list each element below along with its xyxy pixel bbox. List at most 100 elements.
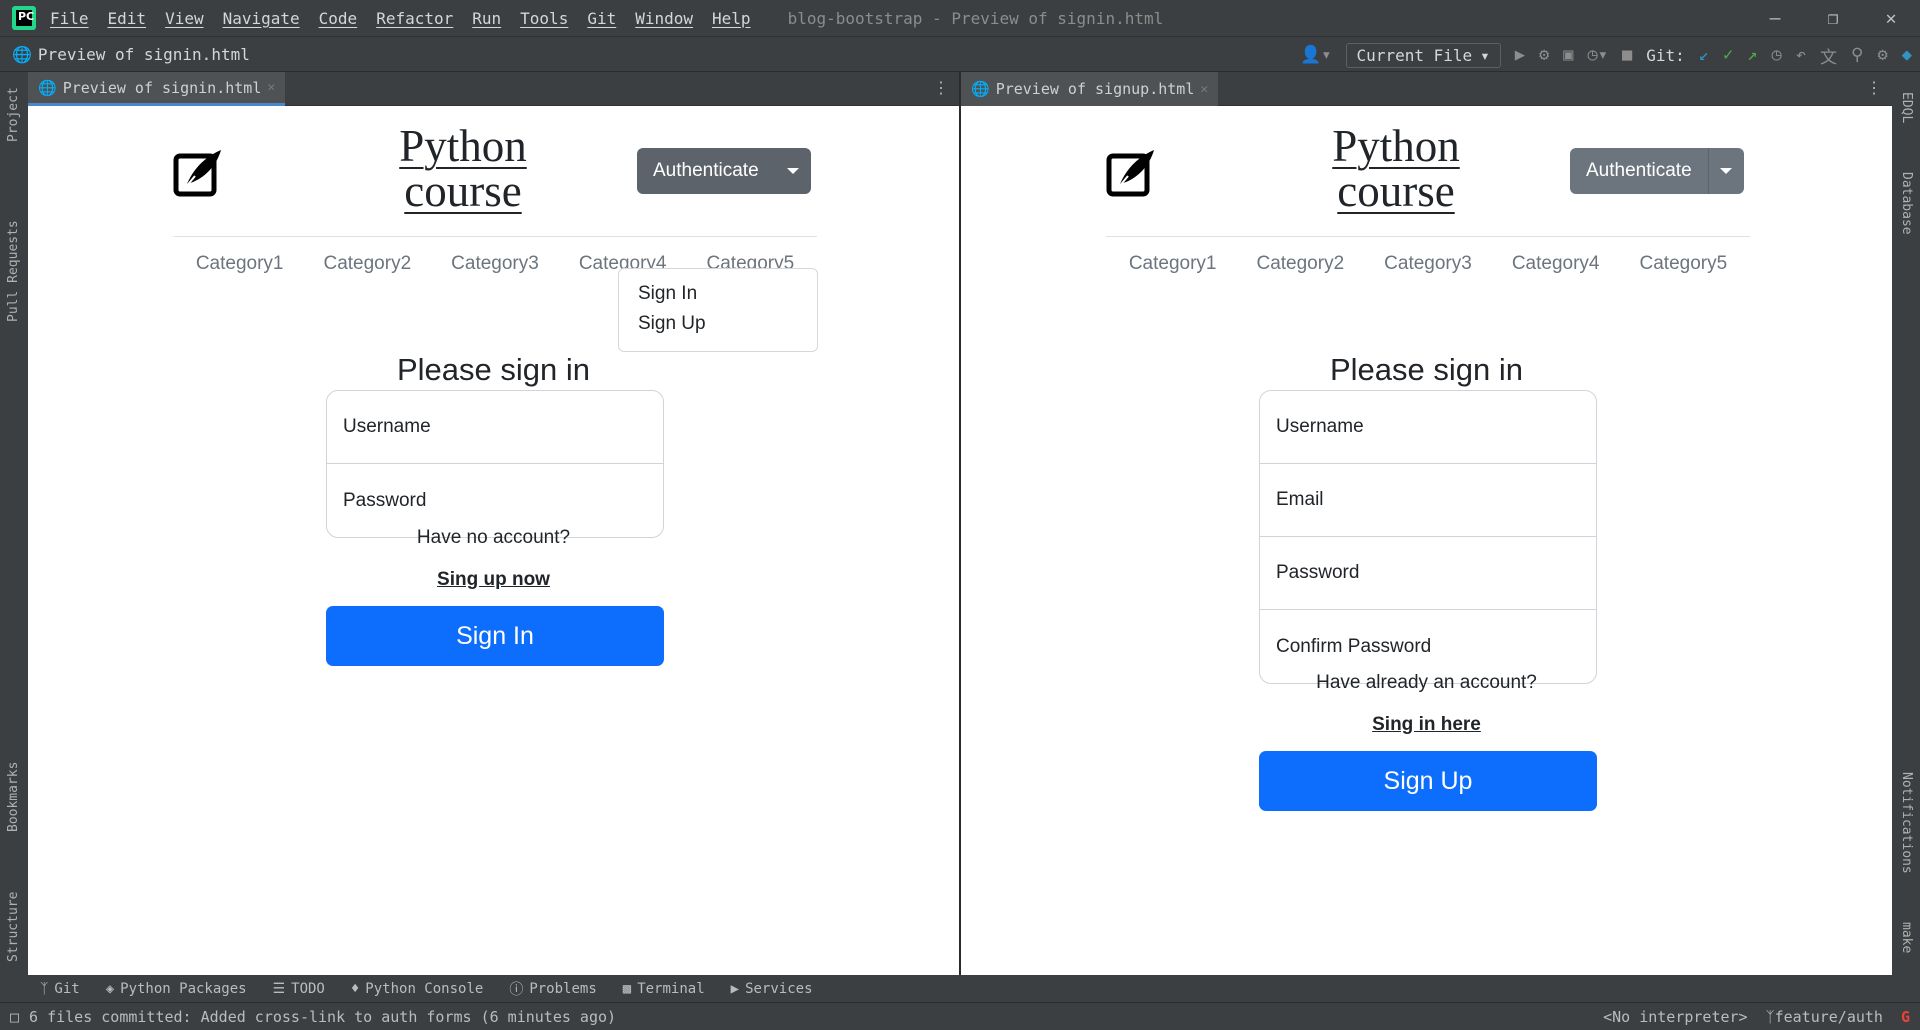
layout-icon[interactable]: □ [10, 1008, 19, 1026]
stop-icon[interactable]: ■ [1622, 45, 1632, 65]
brand-title[interactable]: Python course [383, 124, 543, 214]
more-vertical-icon[interactable]: ⋮ [933, 78, 949, 97]
close-icon[interactable]: ✕ [267, 80, 275, 95]
tool-problems[interactable]: ⓘ Problems [509, 979, 596, 999]
signup-page: Python course Authenticate Category1 Cat… [961, 106, 1892, 975]
pen-square-logo-icon[interactable] [173, 146, 225, 198]
plugin-icon[interactable]: ◆ [1902, 45, 1912, 65]
nav-category1[interactable]: Category1 [1109, 253, 1237, 275]
signin-link[interactable]: Sing in here [961, 714, 1892, 736]
rollback-icon[interactable]: ↶ [1796, 45, 1806, 65]
dropdown-toggle[interactable] [1707, 148, 1744, 194]
tool-git[interactable]: ᛉ Git [40, 981, 80, 997]
tool-edql[interactable]: EDQL [1899, 92, 1914, 123]
menu-run[interactable]: Run [472, 9, 501, 28]
tool-services[interactable]: ▶ Services [731, 981, 813, 997]
have-account-text: Have already an account? [1316, 672, 1537, 693]
nav-category2[interactable]: Category2 [303, 253, 431, 275]
menu-file[interactable]: File [50, 9, 89, 28]
tool-pull-requests[interactable]: Pull Requests [6, 220, 21, 322]
user-icon[interactable]: 👤▾ [1300, 45, 1331, 65]
menu-tools[interactable]: Tools [520, 9, 568, 28]
authenticate-button[interactable]: Authenticate [637, 148, 775, 194]
menu-refactor[interactable]: Refactor [376, 9, 453, 28]
interpreter-status[interactable]: <No interpreter> [1603, 1008, 1748, 1026]
more-vertical-icon[interactable]: ⋮ [1866, 78, 1882, 97]
sign-in-button[interactable]: Sign In [326, 606, 664, 666]
tab-signup-preview[interactable]: 🌐 Preview of signup.html ✕ [961, 72, 1219, 106]
nav-category3[interactable]: Category3 [1364, 253, 1492, 275]
python-icon: ♦ [350, 980, 360, 997]
nav-category4[interactable]: Category4 [1492, 253, 1620, 275]
breadcrumb[interactable]: Preview of signin.html [38, 45, 250, 64]
git-update-icon[interactable]: ↙ [1699, 45, 1709, 65]
tool-python-packages-label: Python Packages [120, 980, 247, 997]
google-icon[interactable]: G [1901, 1008, 1910, 1026]
menu-view[interactable]: View [165, 9, 204, 28]
run-icon[interactable]: ▶ [1515, 45, 1525, 65]
tool-terminal[interactable]: ▩ Terminal [623, 981, 705, 997]
search-icon[interactable]: ⚲ [1851, 45, 1863, 65]
nav-category1[interactable]: Category1 [176, 253, 304, 275]
nav-category3[interactable]: Category3 [431, 253, 559, 275]
minimize-icon[interactable]: — [1746, 0, 1804, 36]
debug-icon[interactable]: ⚙ [1539, 45, 1549, 65]
translate-icon[interactable]: 文 [1820, 43, 1837, 68]
tool-python-packages[interactable]: ◈ Python Packages [106, 981, 247, 997]
tool-project[interactable]: Project [6, 87, 21, 142]
dropdown-toggle[interactable] [774, 148, 811, 194]
profile-icon[interactable]: ◷▾ [1588, 45, 1608, 65]
menu-sign-in[interactable]: Sign In [619, 279, 817, 309]
gear-icon[interactable]: ⚙ [1878, 45, 1888, 65]
authenticate-button[interactable]: Authenticate [1570, 148, 1708, 194]
tool-todo-label: TODO [291, 980, 325, 997]
sign-up-button[interactable]: Sign Up [1259, 751, 1597, 811]
signin-form: Username Password [326, 390, 664, 538]
close-icon[interactable]: ✕ [1200, 82, 1208, 97]
menu-edit[interactable]: Edit [108, 9, 147, 28]
git-commit-icon[interactable]: ✓ [1723, 45, 1733, 65]
tool-database[interactable]: Database [1899, 172, 1914, 235]
brand-title[interactable]: Python course [1316, 124, 1476, 214]
tool-todo[interactable]: ☰ TODO [273, 981, 325, 997]
menu-git[interactable]: Git [587, 9, 616, 28]
coverage-icon[interactable]: ▣ [1563, 45, 1573, 65]
tool-bookmarks[interactable]: Bookmarks [6, 762, 21, 832]
status-message[interactable]: 6 files committed: Added cross-link to a… [29, 1008, 616, 1026]
pen-square-logo-icon[interactable] [1106, 146, 1158, 198]
status-bar: □ 6 files committed: Added cross-link to… [0, 1002, 1920, 1030]
menu-code[interactable]: Code [319, 9, 358, 28]
navigation-toolbar: 🌐 Preview of signin.html 👤▾ Current File… [0, 36, 1920, 72]
run-configuration-select[interactable]: Current File ▾ [1345, 42, 1501, 68]
close-window-icon[interactable]: ✕ [1862, 0, 1920, 36]
tool-terminal-label: Terminal [637, 980, 705, 997]
window-controls: — ❐ ✕ [1746, 0, 1920, 36]
menu-help[interactable]: Help [712, 9, 751, 28]
nav-category2[interactable]: Category2 [1236, 253, 1364, 275]
signup-form: Username Email Password Confirm Password [1259, 390, 1597, 684]
password-field[interactable]: Password [1260, 537, 1596, 610]
menu-navigate[interactable]: Navigate [223, 9, 300, 28]
tool-notifications[interactable]: Notifications [1899, 772, 1914, 874]
tool-make[interactable]: make [1899, 922, 1914, 953]
chevron-down-icon: ▾ [1480, 45, 1490, 65]
tool-python-console[interactable]: ♦ Python Console [351, 981, 483, 997]
tool-structure[interactable]: Structure [6, 892, 21, 962]
username-field[interactable]: Username [327, 391, 663, 464]
username-field[interactable]: Username [1260, 391, 1596, 464]
email-field[interactable]: Email [1260, 464, 1596, 537]
nav-category5[interactable]: Category5 [1620, 253, 1748, 275]
menu-bar: PC File Edit View Navigate Code Refactor… [0, 0, 1920, 36]
restore-icon[interactable]: ❐ [1804, 0, 1862, 36]
list-icon: ☰ [272, 980, 286, 997]
history-icon[interactable]: ◷ [1772, 45, 1782, 65]
authenticate-dropdown-menu: Sign In Sign Up [618, 268, 818, 352]
menu-window[interactable]: Window [635, 9, 693, 28]
problems-icon: ⓘ [509, 981, 524, 998]
git-push-icon[interactable]: ↗ [1747, 45, 1757, 65]
left-tool-strip: Project Pull Requests Bookmarks Structur… [0, 72, 28, 975]
signup-link[interactable]: Sing up now [28, 569, 959, 591]
tab-signin-preview[interactable]: 🌐 Preview of signin.html ✕ [28, 72, 286, 106]
git-branch-status[interactable]: ᛉfeature/auth [1766, 1008, 1883, 1026]
menu-sign-up[interactable]: Sign Up [619, 309, 817, 339]
